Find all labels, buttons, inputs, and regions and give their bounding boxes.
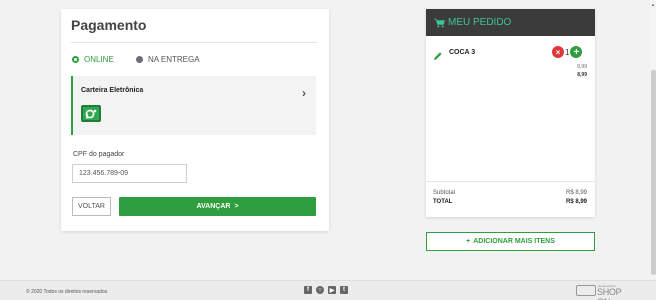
item-name: COCA 3 [449, 49, 476, 56]
next-button[interactable]: AVANÇAR > [119, 197, 316, 216]
add-icon[interactable]: + [570, 46, 583, 58]
wallet-logo-icon [81, 105, 101, 122]
plus-icon: + [466, 238, 471, 245]
radio-delivery-label: NA ENTREGA [148, 55, 200, 64]
chevron-right-icon: > [234, 203, 239, 210]
copyright-text: © 2020 Todos os direitos reservados. [26, 289, 109, 295]
total-label: TOTAL [433, 199, 453, 205]
shopon-logo-icon [576, 285, 596, 296]
radio-online-label: ONLINE [84, 55, 114, 64]
payment-title: Pagamento [71, 17, 147, 33]
chevron-right-icon[interactable]: › [302, 86, 306, 100]
subtotal-value: R$ 8,99 [565, 190, 587, 196]
payment-card: Pagamento ONLINE NA ENTREGA Carteira Ele… [61, 9, 329, 231]
item-quantity: 1 [565, 47, 570, 57]
radio-unselected-icon [136, 56, 143, 63]
add-more-items-button[interactable]: + ADICIONAR MAIS ITENS [426, 232, 595, 251]
order-header-title: MEU PEDIDO [448, 17, 512, 28]
wallet-option[interactable]: Carteira Eletrônica › [71, 76, 316, 135]
powered-by-logo[interactable]: desenvolvido SHOP ON [576, 283, 632, 300]
total-value: R$ 8,99 [565, 199, 587, 205]
order-card: MEU PEDIDO COCA 3 × 1 + 8,99 8,99 Subtot… [426, 9, 595, 217]
title-divider [71, 42, 317, 43]
cpf-label: CPF do pagador [73, 151, 125, 158]
powered-brand-text: SHOP ON [597, 287, 622, 300]
wallet-label: Carteira Eletrônica [81, 87, 144, 94]
scroll-up-arrow-icon[interactable]: ▲ [650, 2, 656, 7]
add-more-items-label: ADICIONAR MAIS ITENS [473, 238, 555, 245]
footer: © 2020 Todos os direitos reservados. f ○… [0, 280, 656, 300]
scrollbar-thumb[interactable] [651, 70, 656, 275]
summary-divider [426, 181, 595, 182]
quantity-stepper: × 1 + [552, 46, 583, 58]
facebook-icon[interactable]: f [304, 286, 312, 294]
instagram-icon[interactable]: ○ [316, 286, 324, 294]
cart-icon [434, 18, 445, 28]
youtube-icon[interactable]: ▶ [328, 286, 336, 294]
cpf-input[interactable] [72, 164, 187, 183]
radio-on-delivery[interactable]: NA ENTREGA [136, 55, 200, 64]
item-total-price: 8,99 [577, 72, 587, 78]
social-links: f ○ ▶ t [304, 286, 348, 294]
order-header: MEU PEDIDO [426, 9, 595, 36]
radio-online[interactable]: ONLINE [72, 55, 114, 64]
radio-selected-icon [72, 56, 79, 63]
remove-icon[interactable]: × [552, 46, 564, 58]
item-unit-price: 8,99 [577, 64, 587, 70]
twitter-icon[interactable]: t [340, 286, 348, 294]
back-button[interactable]: VOLTAR [72, 197, 111, 216]
pencil-icon[interactable] [433, 48, 443, 66]
next-button-label: AVANÇAR [196, 203, 231, 210]
subtotal-label: Subtotal [433, 190, 456, 196]
